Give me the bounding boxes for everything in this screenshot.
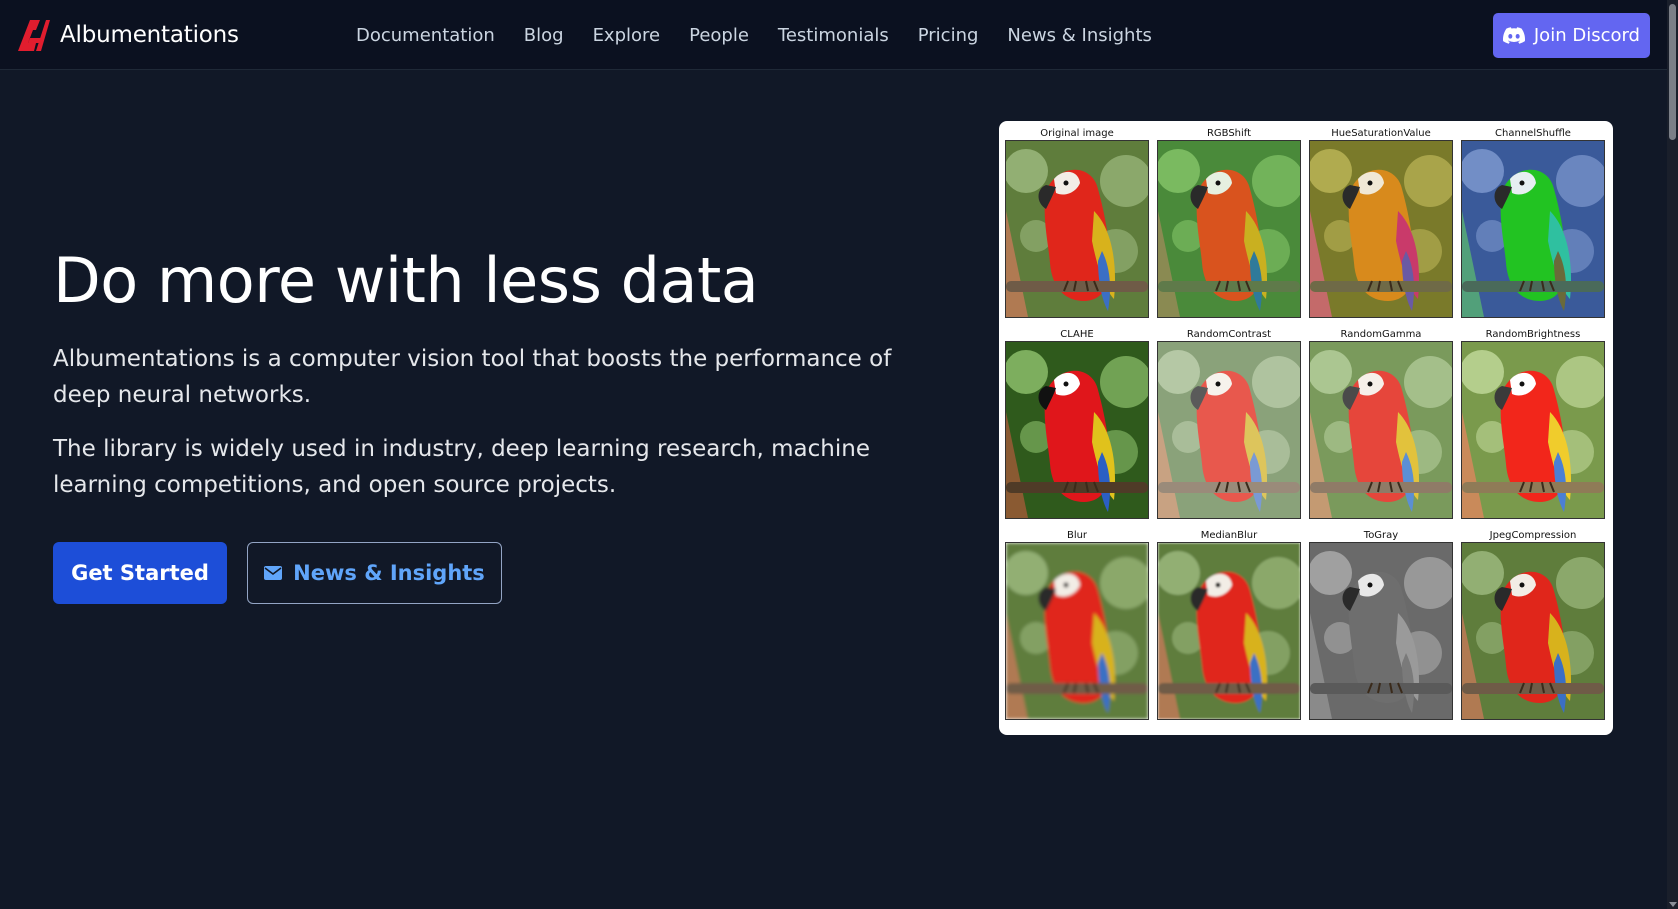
nav-link-blog[interactable]: Blog [524, 25, 564, 46]
parrot-image-medianblur [1157, 542, 1301, 720]
augmentation-cell-blur: Blur [1005, 529, 1149, 730]
nav-link-people[interactable]: People [689, 25, 749, 46]
augmentation-cell-randombrightness: RandomBrightness [1461, 328, 1605, 529]
parrot-image-jpegcompression [1461, 542, 1605, 720]
parrot-image-channelshuffle [1461, 140, 1605, 318]
augmentation-label: HueSaturationValue [1331, 128, 1431, 139]
main-nav: Documentation Blog Explore People Testim… [356, 0, 1181, 70]
augmentation-label: ToGray [1363, 530, 1399, 541]
page-scrollbar[interactable] [1667, 0, 1678, 909]
parrot-image-huesaturationvalue [1309, 140, 1453, 318]
nav-link-pricing[interactable]: Pricing [918, 25, 979, 46]
augmentation-cell-original-image: Original image [1005, 127, 1149, 328]
augmentation-label: RGBShift [1206, 128, 1252, 139]
augmentation-cell-medianblur: MedianBlur [1157, 529, 1301, 730]
parrot-image-original-image [1005, 140, 1149, 318]
brand-name: Albumentations [60, 22, 239, 48]
navbar: Albumentations Documentation Blog Explor… [0, 0, 1667, 70]
augmentation-cell-huesaturationvalue: HueSaturationValue [1309, 127, 1453, 328]
nav-link-documentation[interactable]: Documentation [356, 25, 495, 46]
augmentation-label: Original image [1040, 128, 1114, 139]
brand-link[interactable]: Albumentations [16, 17, 239, 53]
augmentation-label: JpegCompression [1489, 530, 1577, 541]
nav-link-testimonials[interactable]: Testimonials [778, 25, 889, 46]
news-insights-button[interactable]: News & Insights [247, 542, 502, 604]
envelope-icon [264, 566, 283, 580]
hero-title: Do more with less data [53, 244, 759, 317]
join-discord-button[interactable]: Join Discord [1492, 13, 1650, 58]
augmentation-label: ChannelShuffle [1495, 128, 1571, 139]
augmentation-cell-togray: ToGray [1309, 529, 1453, 730]
scroll-down-arrow-icon[interactable] [1669, 902, 1677, 907]
news-insights-label: News & Insights [293, 561, 485, 585]
join-discord-label: Join Discord [1533, 25, 1640, 46]
parrot-image-rgbshift [1157, 140, 1301, 318]
get-started-button[interactable]: Get Started [53, 542, 227, 604]
augmentation-label: MedianBlur [1200, 530, 1258, 541]
augmentation-cell-channelshuffle: ChannelShuffle [1461, 127, 1605, 328]
augmentation-label: CLAHE [1060, 329, 1094, 340]
scrollbar-thumb[interactable] [1669, 4, 1676, 140]
hero-description: Albumentations is a computer vision tool… [53, 346, 892, 408]
augmentation-cell-jpegcompression: JpegCompression [1461, 529, 1605, 730]
augmentation-label: RandomBrightness [1485, 329, 1581, 340]
augmentation-grid: Original image RGBShift HueSaturationVal… [1005, 127, 1607, 730]
parrot-image-togray [1309, 542, 1453, 720]
parrot-image-randomcontrast [1157, 341, 1301, 519]
augmentation-cell-randomgamma: RandomGamma [1309, 328, 1453, 529]
hero-usage-description: The library is widely used in industry, … [53, 436, 870, 498]
discord-icon [1502, 27, 1525, 44]
parrot-image-randombrightness [1461, 341, 1605, 519]
albumentations-logo-icon [18, 20, 50, 51]
augmentation-cell-clahe: CLAHE [1005, 328, 1149, 529]
nav-link-explore[interactable]: Explore [593, 25, 661, 46]
parrot-image-randomgamma [1309, 341, 1453, 519]
augmentation-label: RandomContrast [1186, 329, 1272, 340]
augmentation-label: RandomGamma [1340, 329, 1422, 340]
augmentation-cell-randomcontrast: RandomContrast [1157, 328, 1301, 529]
augmentation-examples-figure: Original image RGBShift HueSaturationVal… [999, 121, 1613, 735]
augmentation-label: Blur [1066, 530, 1088, 541]
nav-link-news-insights[interactable]: News & Insights [1007, 25, 1151, 46]
parrot-image-blur [1005, 542, 1149, 720]
augmentation-cell-rgbshift: RGBShift [1157, 127, 1301, 328]
parrot-image-clahe [1005, 341, 1149, 519]
